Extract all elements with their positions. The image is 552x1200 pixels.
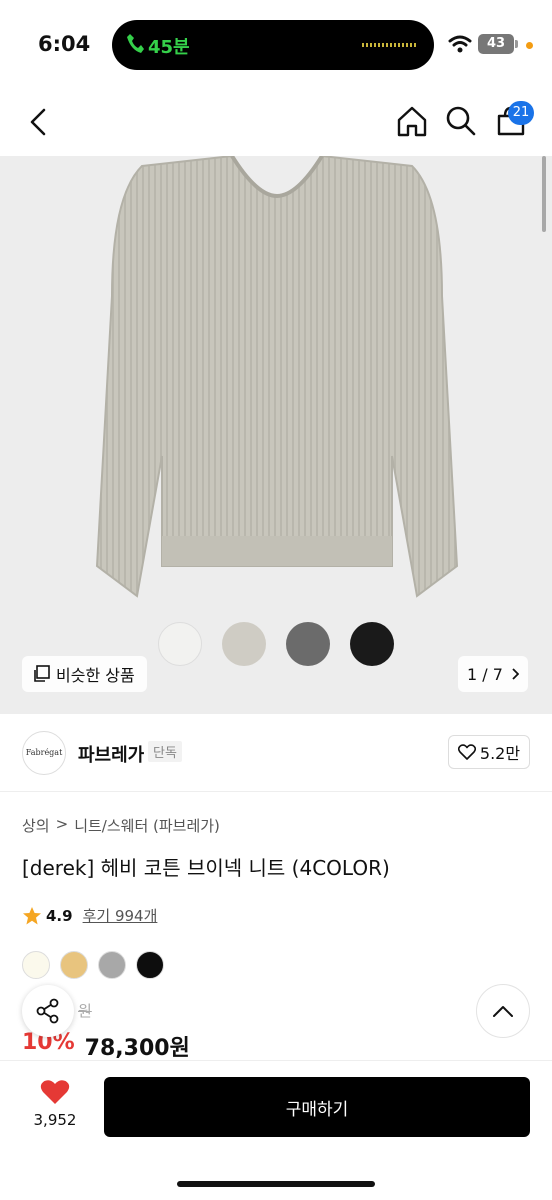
status-time: 6:04 xyxy=(38,32,91,56)
color-thumb-black[interactable] xyxy=(350,622,394,666)
color-option-gray[interactable] xyxy=(98,951,126,979)
brand-like-count: 5.2만 xyxy=(479,744,521,763)
call-duration: 45분 xyxy=(148,37,190,58)
similar-products-label: 비슷한 상품 xyxy=(56,666,135,685)
product-title: [derek] 헤비 코튼 브이넥 니트 (4COLOR) xyxy=(22,856,390,880)
breadcrumb: 상의 > 니트/스웨터 (파브레가) xyxy=(22,815,220,836)
brand-logo[interactable]: Fabrégat xyxy=(22,731,66,775)
brand-row: Fabrégat 파브레가 단독 5.2만 xyxy=(0,714,552,792)
copy-icon xyxy=(34,665,50,682)
page-indicator: 1 / 7 xyxy=(467,664,503,684)
rating-row: 4.9 후기 994개 xyxy=(22,905,157,926)
image-pager[interactable]: 1 / 7 xyxy=(458,656,528,692)
color-thumb-ivory[interactable] xyxy=(158,622,202,666)
wishlist-count: 3,952 xyxy=(33,1111,77,1129)
chevron-right-icon xyxy=(512,668,519,680)
product-image-gallery[interactable]: 비슷한 상품 1 / 7 xyxy=(0,156,552,714)
wishlist-button[interactable]: 3,952 xyxy=(28,1079,82,1129)
share-icon xyxy=(36,998,59,1024)
app-header xyxy=(0,90,552,156)
cart-count-badge: 21 xyxy=(508,101,534,125)
share-button[interactable] xyxy=(22,985,74,1037)
rating-score: 4.9 xyxy=(46,906,73,925)
color-thumb-beige[interactable] xyxy=(222,622,266,666)
similar-products-button[interactable]: 비슷한 상품 xyxy=(22,656,147,692)
breadcrumb-separator: > xyxy=(55,815,69,833)
search-icon[interactable] xyxy=(444,104,478,138)
dynamic-island[interactable]: 45분 xyxy=(112,20,434,70)
scroll-to-top-button[interactable] xyxy=(476,984,530,1038)
original-price: 원 xyxy=(78,1002,92,1020)
color-options xyxy=(22,951,164,979)
home-indicator[interactable] xyxy=(177,1181,375,1187)
audio-wave-icon xyxy=(362,43,416,47)
heart-outline-icon xyxy=(457,744,476,760)
brand-like-button[interactable]: 5.2만 xyxy=(448,735,530,769)
color-option-camel[interactable] xyxy=(60,951,88,979)
scroll-indicator xyxy=(542,156,546,232)
chevron-up-icon xyxy=(493,1006,513,1017)
heart-filled-icon xyxy=(40,1080,70,1104)
star-icon xyxy=(23,906,41,924)
back-button[interactable] xyxy=(24,106,54,138)
breadcrumb-category[interactable]: 상의 xyxy=(22,815,50,836)
status-bar: 6:04 45분 43 xyxy=(0,0,552,90)
brand-name[interactable]: 파브레가 xyxy=(78,741,144,767)
buy-button[interactable]: 구매하기 xyxy=(104,1077,530,1137)
wifi-icon xyxy=(448,35,472,53)
home-icon[interactable] xyxy=(394,104,430,140)
sale-price: 78,300원 xyxy=(84,1036,190,1061)
exclusive-badge: 단독 xyxy=(148,741,182,762)
color-option-black[interactable] xyxy=(136,951,164,979)
privacy-indicator-dot xyxy=(526,42,533,49)
color-thumb-charcoal[interactable] xyxy=(286,622,330,666)
battery-indicator: 43 xyxy=(478,34,518,54)
phone-icon xyxy=(127,34,144,53)
bottom-action-bar: 3,952 구매하기 xyxy=(0,1060,552,1200)
breadcrumb-subcategory[interactable]: 니트/스웨터 (파브레가) xyxy=(74,815,220,836)
color-option-ivory[interactable] xyxy=(22,951,50,979)
review-count-link[interactable]: 후기 994개 xyxy=(83,905,158,926)
product-image xyxy=(95,156,459,598)
